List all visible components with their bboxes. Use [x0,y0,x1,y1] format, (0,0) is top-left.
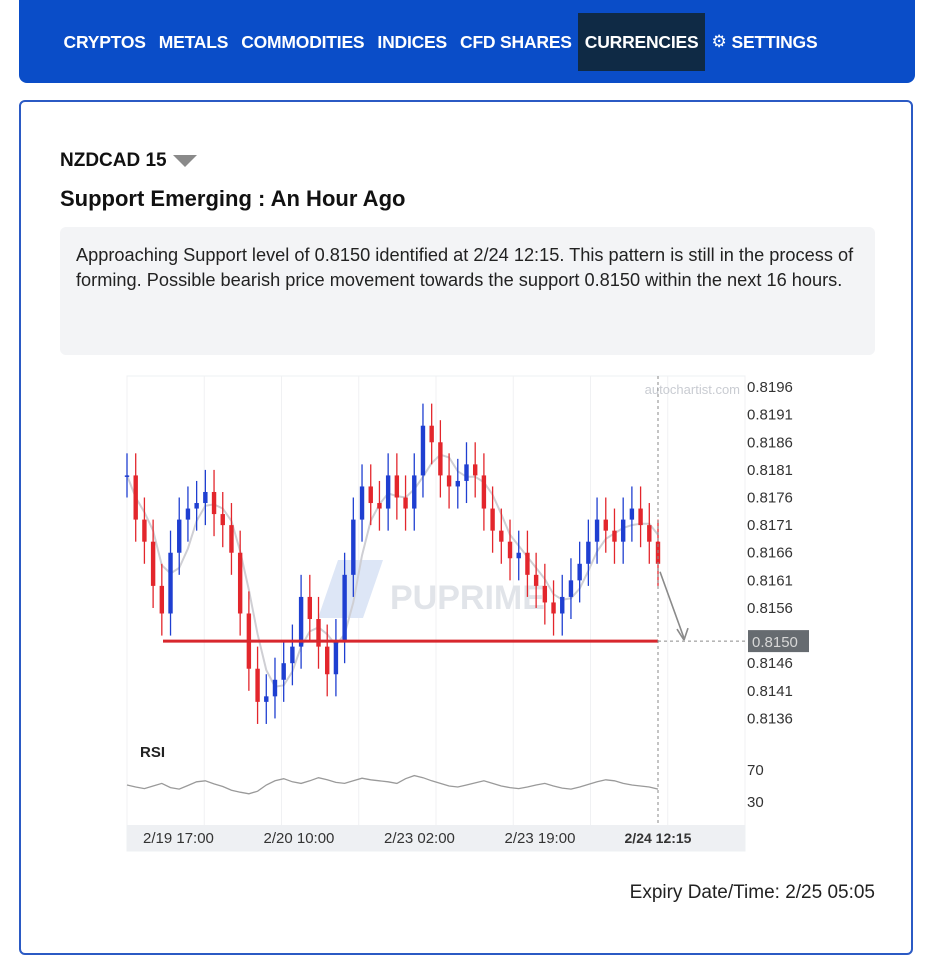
price-bar [177,519,182,553]
price-bar [455,480,460,487]
price-bar [185,508,191,520]
price-bar [385,475,391,509]
price-bar [603,519,608,531]
watermark: autochartist.com [645,382,740,397]
price-bar [620,519,626,542]
x-tick-label-current: 2/24 12:15 [625,830,692,846]
price-bar [203,491,208,504]
price-bar [168,552,173,614]
price-bar [159,585,165,614]
x-tick-label: 2/20 10:00 [263,830,334,847]
y-tick-label: 0.8181 [747,462,793,479]
price-bar [220,514,225,526]
price-bar [560,596,565,614]
price-bar [612,530,617,542]
y-tick-label: 0.8161 [747,572,793,589]
y-tick-label: 0.8146 [747,655,793,672]
price-bar [577,563,582,581]
price-bar [298,596,304,647]
price-bar [472,464,478,476]
price-bar [438,442,443,476]
price-bar [586,541,591,564]
price-bar [342,574,347,642]
price-bar [281,663,286,680]
price-bar [124,475,130,477]
price-bar [568,580,574,597]
x-tick-label: 2/23 02:00 [384,830,455,847]
price-bar [429,425,434,443]
rsi-level-70: 70 [747,762,764,779]
price-bar [525,552,530,575]
price-bar [133,475,138,520]
price-bar [351,519,356,575]
price-bar [481,475,487,509]
price-bar [194,503,199,509]
price-bar [542,585,548,603]
price-bar [647,525,652,542]
price-bar [307,596,313,620]
x-tick-label: 2/23 19:00 [505,830,576,847]
price-bar [551,602,556,614]
price-bar [142,519,147,542]
price-bar [368,486,373,504]
price-bar [490,508,495,531]
brand-watermark: PUPRIME [390,579,545,617]
y-tick-label: 0.8186 [747,434,793,451]
price-bar [533,574,539,586]
price-bar [272,679,278,697]
rsi-level-30: 30 [747,794,764,811]
y-tick-label: 0.8196 [747,379,793,396]
price-bar [377,503,382,509]
price-bar [150,541,156,586]
x-tick-label: 2/19 17:00 [143,830,214,847]
price-bar [420,425,426,476]
price-bar [594,519,600,542]
y-tick-label: 0.8176 [747,490,793,507]
price-bar [464,464,469,481]
price-chart: autochartist.com PUPRIME 0.8196 0.8191 0.818… [124,375,809,852]
price-bar [211,491,217,515]
price-bar [629,508,635,520]
price-bar [290,646,295,664]
price-bar [638,508,643,526]
price-bar [264,696,269,702]
price-bar [359,486,365,520]
price-bar [412,475,417,509]
support-price-label: 0.8150 [752,634,798,651]
y-tick-label: 0.8191 [747,407,793,424]
y-tick-label: 0.8136 [747,710,793,727]
price-bar [499,530,504,542]
y-tick-label: 0.8171 [747,517,793,534]
price-bar [446,475,452,487]
expiry-time: Expiry Date/Time: 2/25 05:05 [629,882,875,903]
price-bar [229,525,234,553]
price-bar [333,641,339,675]
rsi-label: RSI [140,744,165,761]
price-bar [394,475,400,498]
price-bar [255,668,260,702]
price-bar [403,497,408,509]
price-bar [325,646,330,675]
price-bar [237,552,243,614]
y-tick-label: 0.8141 [747,683,793,700]
price-bar [516,552,521,559]
y-tick-label: 0.8166 [747,545,793,562]
y-tick-label: 0.8156 [747,600,793,617]
price-bar [507,541,513,559]
